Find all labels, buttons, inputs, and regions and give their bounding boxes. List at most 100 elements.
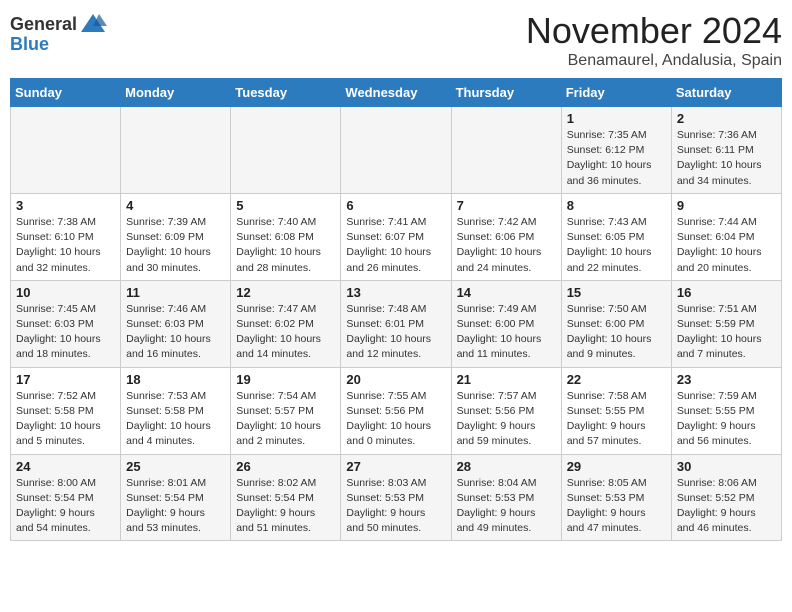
cell-info: Sunrise: 7:35 AM Sunset: 6:12 PM Dayligh… bbox=[567, 128, 666, 189]
title-block: November 2024 Benamaurel, Andalusia, Spa… bbox=[526, 10, 782, 70]
calendar-cell: 12 Sunrise: 7:47 AM Sunset: 6:02 PM Dayli… bbox=[231, 280, 341, 367]
cell-info: Sunrise: 7:40 AM Sunset: 6:08 PM Dayligh… bbox=[236, 215, 335, 276]
cell-info: Sunrise: 7:57 AM Sunset: 5:56 PM Dayligh… bbox=[457, 389, 556, 450]
calendar-cell: 7 Sunrise: 7:42 AM Sunset: 6:06 PM Daylig… bbox=[451, 193, 561, 280]
week-row-5: 24 Sunrise: 8:00 AM Sunset: 5:54 PM Dayli… bbox=[11, 454, 782, 541]
calendar-cell: 20 Sunrise: 7:55 AM Sunset: 5:56 PM Dayli… bbox=[341, 367, 451, 454]
cell-info: Sunrise: 7:43 AM Sunset: 6:05 PM Dayligh… bbox=[567, 215, 666, 276]
weekday-header-row: SundayMondayTuesdayWednesdayThursdayFrid… bbox=[11, 79, 782, 107]
cell-info: Sunrise: 7:45 AM Sunset: 6:03 PM Dayligh… bbox=[16, 302, 115, 363]
cell-info: Sunrise: 7:39 AM Sunset: 6:09 PM Dayligh… bbox=[126, 215, 225, 276]
day-number: 9 bbox=[677, 198, 776, 213]
day-number: 7 bbox=[457, 198, 556, 213]
day-number: 28 bbox=[457, 459, 556, 474]
calendar-cell: 23 Sunrise: 7:59 AM Sunset: 5:55 PM Dayli… bbox=[671, 367, 781, 454]
calendar-cell: 26 Sunrise: 8:02 AM Sunset: 5:54 PM Dayli… bbox=[231, 454, 341, 541]
day-number: 1 bbox=[567, 111, 666, 126]
calendar-cell: 5 Sunrise: 7:40 AM Sunset: 6:08 PM Daylig… bbox=[231, 193, 341, 280]
cell-info: Sunrise: 7:55 AM Sunset: 5:56 PM Dayligh… bbox=[346, 389, 445, 450]
day-number: 8 bbox=[567, 198, 666, 213]
cell-info: Sunrise: 8:00 AM Sunset: 5:54 PM Dayligh… bbox=[16, 476, 115, 537]
day-number: 21 bbox=[457, 372, 556, 387]
calendar-cell bbox=[341, 107, 451, 194]
month-title: November 2024 bbox=[526, 10, 782, 52]
weekday-header-tuesday: Tuesday bbox=[231, 79, 341, 107]
cell-info: Sunrise: 8:06 AM Sunset: 5:52 PM Dayligh… bbox=[677, 476, 776, 537]
weekday-header-thursday: Thursday bbox=[451, 79, 561, 107]
calendar-cell: 8 Sunrise: 7:43 AM Sunset: 6:05 PM Daylig… bbox=[561, 193, 671, 280]
cell-info: Sunrise: 7:48 AM Sunset: 6:01 PM Dayligh… bbox=[346, 302, 445, 363]
cell-info: Sunrise: 7:59 AM Sunset: 5:55 PM Dayligh… bbox=[677, 389, 776, 450]
weekday-header-friday: Friday bbox=[561, 79, 671, 107]
calendar-cell: 21 Sunrise: 7:57 AM Sunset: 5:56 PM Dayli… bbox=[451, 367, 561, 454]
calendar-cell: 24 Sunrise: 8:00 AM Sunset: 5:54 PM Dayli… bbox=[11, 454, 121, 541]
calendar-cell bbox=[451, 107, 561, 194]
cell-info: Sunrise: 7:49 AM Sunset: 6:00 PM Dayligh… bbox=[457, 302, 556, 363]
cell-info: Sunrise: 8:01 AM Sunset: 5:54 PM Dayligh… bbox=[126, 476, 225, 537]
day-number: 3 bbox=[16, 198, 115, 213]
logo-general: General bbox=[10, 14, 77, 35]
calendar-cell bbox=[11, 107, 121, 194]
day-number: 20 bbox=[346, 372, 445, 387]
cell-info: Sunrise: 7:54 AM Sunset: 5:57 PM Dayligh… bbox=[236, 389, 335, 450]
cell-info: Sunrise: 7:42 AM Sunset: 6:06 PM Dayligh… bbox=[457, 215, 556, 276]
calendar-cell: 11Sunrise: 7:46 AM Sunset: 6:03 PM Dayli… bbox=[121, 280, 231, 367]
cell-info: Sunrise: 8:02 AM Sunset: 5:54 PM Dayligh… bbox=[236, 476, 335, 537]
weekday-header-sunday: Sunday bbox=[11, 79, 121, 107]
calendar-cell: 22Sunrise: 7:58 AM Sunset: 5:55 PM Dayli… bbox=[561, 367, 671, 454]
calendar-cell: 15 Sunrise: 7:50 AM Sunset: 6:00 PM Dayli… bbox=[561, 280, 671, 367]
cell-info: Sunrise: 7:47 AM Sunset: 6:02 PM Dayligh… bbox=[236, 302, 335, 363]
day-number: 19 bbox=[236, 372, 335, 387]
cell-info: Sunrise: 7:36 AM Sunset: 6:11 PM Dayligh… bbox=[677, 128, 776, 189]
day-number: 5 bbox=[236, 198, 335, 213]
calendar-cell: 6 Sunrise: 7:41 AM Sunset: 6:07 PM Daylig… bbox=[341, 193, 451, 280]
calendar-cell: 14 Sunrise: 7:49 AM Sunset: 6:00 PM Dayli… bbox=[451, 280, 561, 367]
calendar-cell: 4Sunrise: 7:39 AM Sunset: 6:09 PM Daylig… bbox=[121, 193, 231, 280]
calendar-cell: 2 Sunrise: 7:36 AM Sunset: 6:11 PM Daylig… bbox=[671, 107, 781, 194]
calendar-cell: 18 Sunrise: 7:53 AM Sunset: 5:58 PM Dayli… bbox=[121, 367, 231, 454]
week-row-3: 10 Sunrise: 7:45 AM Sunset: 6:03 PM Dayli… bbox=[11, 280, 782, 367]
calendar-cell: 1 Sunrise: 7:35 AM Sunset: 6:12 PM Daylig… bbox=[561, 107, 671, 194]
day-number: 29 bbox=[567, 459, 666, 474]
day-number: 22 bbox=[567, 372, 666, 387]
weekday-header-saturday: Saturday bbox=[671, 79, 781, 107]
weekday-header-wednesday: Wednesday bbox=[341, 79, 451, 107]
day-number: 15 bbox=[567, 285, 666, 300]
day-number: 11 bbox=[126, 285, 225, 300]
calendar-cell: 17Sunrise: 7:52 AM Sunset: 5:58 PM Dayli… bbox=[11, 367, 121, 454]
day-number: 24 bbox=[16, 459, 115, 474]
day-number: 10 bbox=[16, 285, 115, 300]
page-header: General Blue November 2024 Benamaurel, A… bbox=[10, 10, 782, 70]
cell-info: Sunrise: 7:53 AM Sunset: 5:58 PM Dayligh… bbox=[126, 389, 225, 450]
day-number: 12 bbox=[236, 285, 335, 300]
day-number: 18 bbox=[126, 372, 225, 387]
day-number: 2 bbox=[677, 111, 776, 126]
day-number: 17 bbox=[16, 372, 115, 387]
day-number: 14 bbox=[457, 285, 556, 300]
calendar-cell: 19 Sunrise: 7:54 AM Sunset: 5:57 PM Dayli… bbox=[231, 367, 341, 454]
calendar-cell bbox=[121, 107, 231, 194]
cell-info: Sunrise: 7:51 AM Sunset: 5:59 PM Dayligh… bbox=[677, 302, 776, 363]
day-number: 13 bbox=[346, 285, 445, 300]
day-number: 26 bbox=[236, 459, 335, 474]
calendar-cell: 28 Sunrise: 8:04 AM Sunset: 5:53 PM Dayli… bbox=[451, 454, 561, 541]
calendar-table: SundayMondayTuesdayWednesdayThursdayFrid… bbox=[10, 78, 782, 541]
logo: General Blue bbox=[10, 10, 107, 55]
calendar-cell: 3Sunrise: 7:38 AM Sunset: 6:10 PM Daylig… bbox=[11, 193, 121, 280]
weekday-header-monday: Monday bbox=[121, 79, 231, 107]
week-row-4: 17Sunrise: 7:52 AM Sunset: 5:58 PM Dayli… bbox=[11, 367, 782, 454]
cell-info: Sunrise: 8:04 AM Sunset: 5:53 PM Dayligh… bbox=[457, 476, 556, 537]
day-number: 25 bbox=[126, 459, 225, 474]
cell-info: Sunrise: 7:41 AM Sunset: 6:07 PM Dayligh… bbox=[346, 215, 445, 276]
calendar-cell: 9 Sunrise: 7:44 AM Sunset: 6:04 PM Daylig… bbox=[671, 193, 781, 280]
day-number: 30 bbox=[677, 459, 776, 474]
day-number: 27 bbox=[346, 459, 445, 474]
location: Benamaurel, Andalusia, Spain bbox=[526, 52, 782, 70]
day-number: 6 bbox=[346, 198, 445, 213]
cell-info: Sunrise: 7:44 AM Sunset: 6:04 PM Dayligh… bbox=[677, 215, 776, 276]
cell-info: Sunrise: 8:05 AM Sunset: 5:53 PM Dayligh… bbox=[567, 476, 666, 537]
day-number: 16 bbox=[677, 285, 776, 300]
calendar-cell bbox=[231, 107, 341, 194]
day-number: 23 bbox=[677, 372, 776, 387]
cell-info: Sunrise: 7:50 AM Sunset: 6:00 PM Dayligh… bbox=[567, 302, 666, 363]
